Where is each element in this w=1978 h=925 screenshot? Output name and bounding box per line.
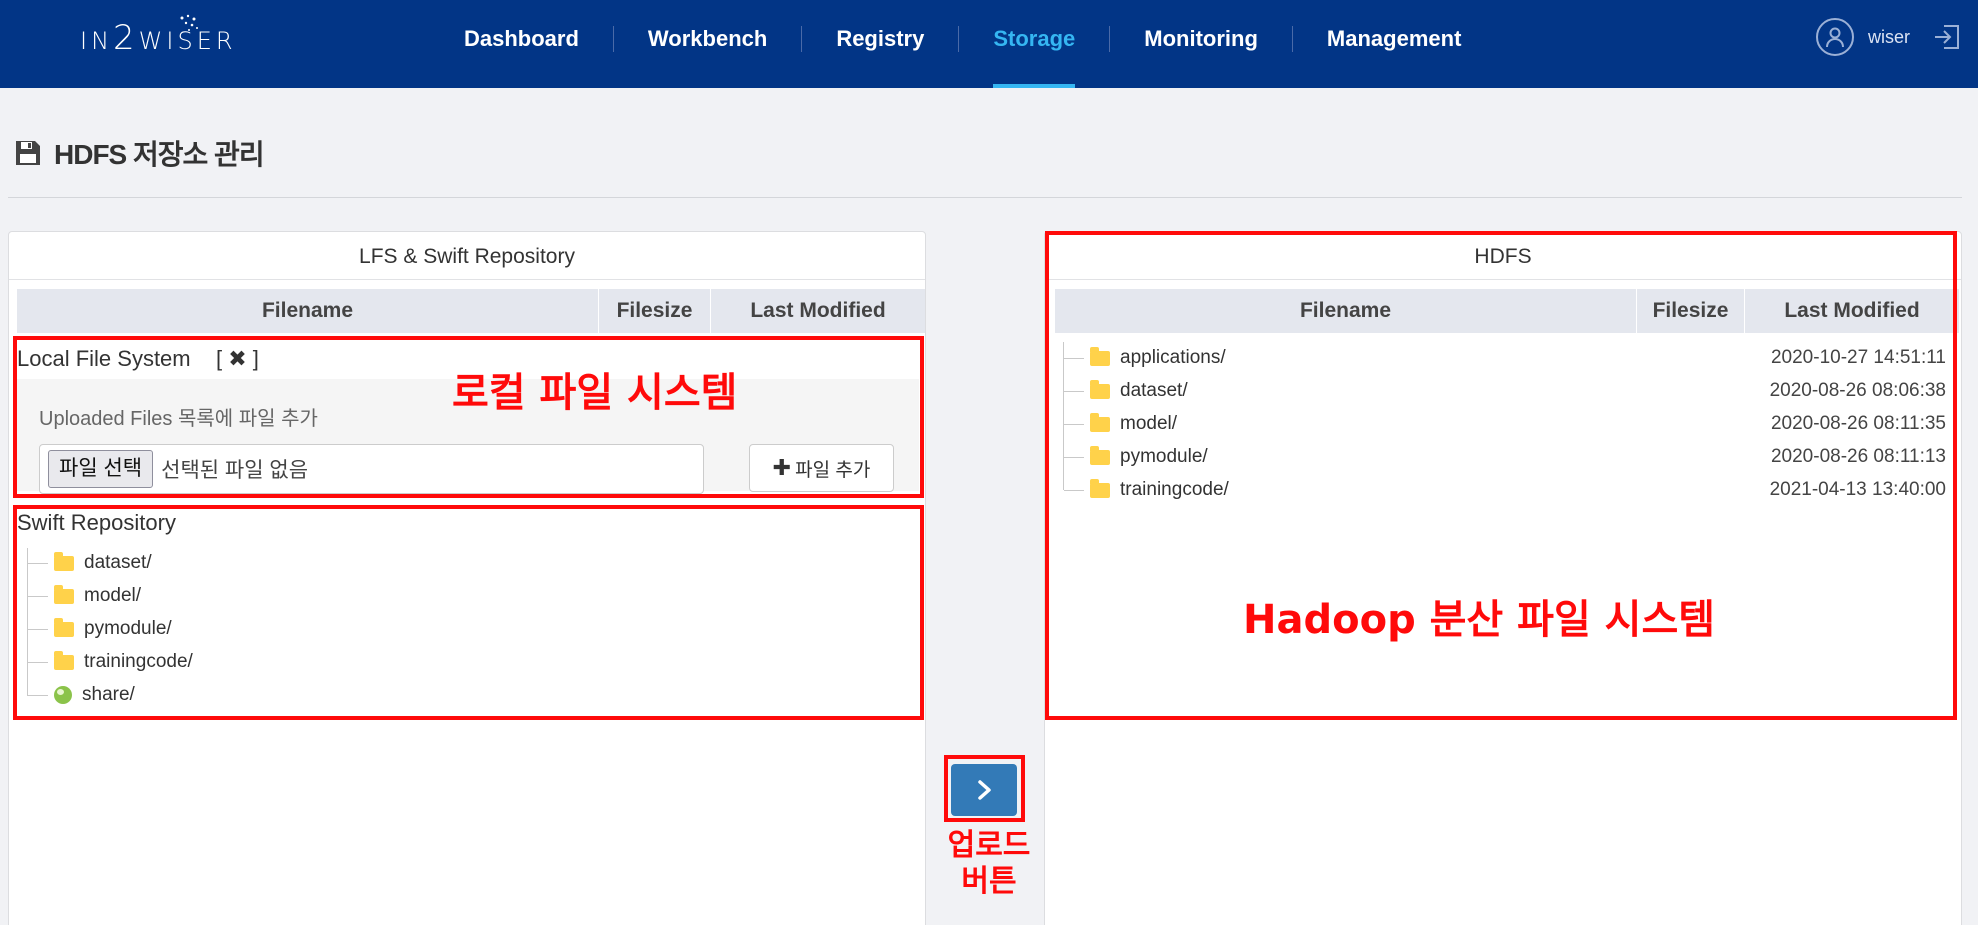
floppy-disk-icon bbox=[16, 141, 40, 165]
nav-registry[interactable]: Registry bbox=[802, 0, 958, 88]
logo-text: IN2WISER bbox=[80, 18, 237, 58]
nav-storage[interactable]: Storage bbox=[959, 0, 1109, 88]
nav-workbench[interactable]: Workbench bbox=[614, 0, 801, 88]
annotation-box-upload bbox=[944, 755, 1025, 822]
annotation-local-label: 로컬 파일 시스템 bbox=[452, 370, 738, 416]
user-name[interactable]: wiser bbox=[1868, 27, 1910, 48]
main-nav: Dashboard Workbench Registry Storage Mon… bbox=[430, 0, 1495, 88]
lfs-swift-panel-title: LFS & Swift Repository bbox=[9, 232, 925, 280]
top-navbar: IN2WISER Dashboard Workbench Registry St… bbox=[0, 0, 1978, 88]
annotation-box-hdfs bbox=[1045, 231, 1957, 720]
annotation-upload-line2: 버튼 bbox=[961, 864, 1017, 899]
annotation-upload-label: 업로드 버튼 bbox=[944, 828, 1034, 900]
nav-dashboard[interactable]: Dashboard bbox=[430, 0, 613, 88]
column-filesize[interactable]: Filesize bbox=[599, 289, 711, 333]
nav-monitoring[interactable]: Monitoring bbox=[1110, 0, 1292, 88]
user-avatar-icon[interactable] bbox=[1815, 18, 1854, 56]
column-last-modified[interactable]: Last Modified bbox=[711, 289, 925, 333]
annotation-box-swift bbox=[13, 505, 924, 720]
logo-sparkle-icon bbox=[180, 14, 198, 31]
annotation-hdfs-label: Hadoop 분산 파일 시스템 bbox=[1243, 597, 1716, 643]
annotation-upload-line1: 업로드 bbox=[947, 828, 1031, 863]
page-title-text: HDFS 저장소 관리 bbox=[54, 139, 265, 170]
logout-icon[interactable] bbox=[1932, 22, 1962, 52]
nav-management[interactable]: Management bbox=[1293, 0, 1495, 88]
user-menu: wiser bbox=[1815, 0, 1978, 88]
column-filename[interactable]: Filename bbox=[17, 289, 599, 333]
app-logo[interactable]: IN2WISER bbox=[80, 14, 237, 66]
title-divider bbox=[8, 197, 1962, 198]
left-table-header: Filename Filesize Last Modified bbox=[17, 289, 925, 333]
page-title: HDFS 저장소 관리 bbox=[14, 133, 265, 173]
